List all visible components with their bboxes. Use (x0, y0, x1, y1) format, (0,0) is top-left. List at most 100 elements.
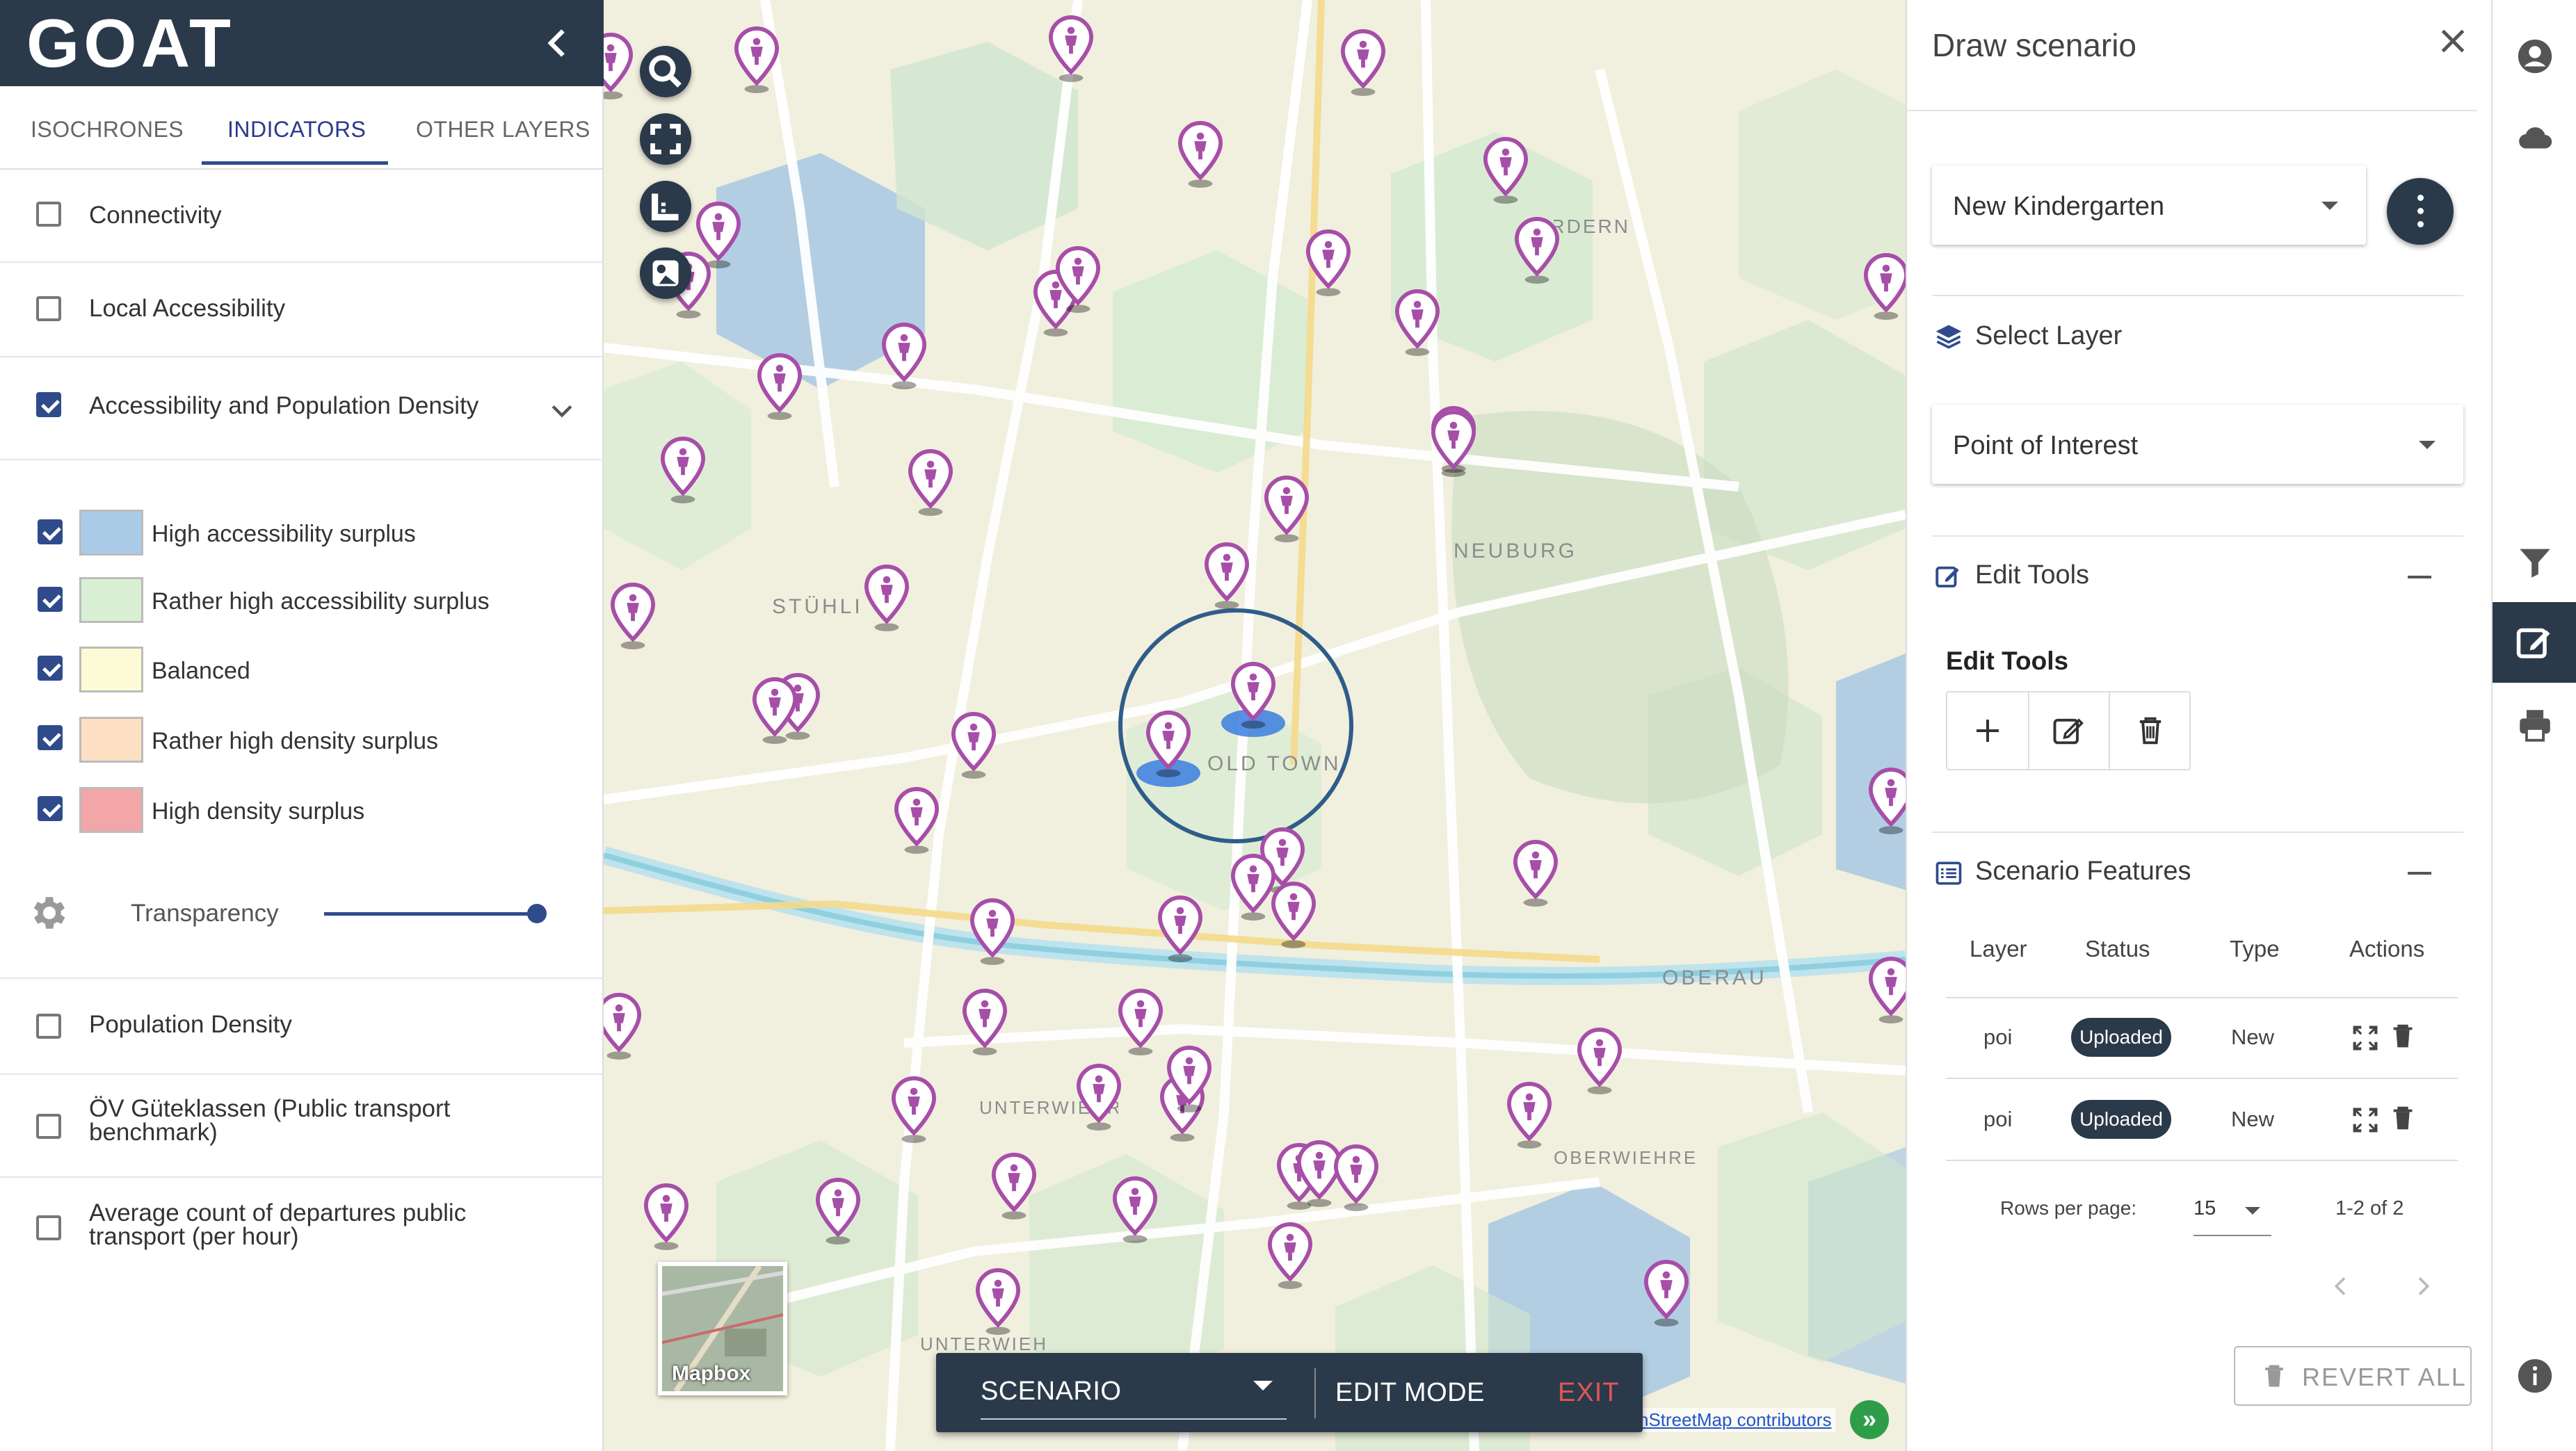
legend-checkbox[interactable] (38, 587, 63, 612)
poi-marker-icon[interactable] (750, 677, 799, 744)
poi-marker-icon[interactable] (604, 993, 643, 1060)
basemap-switcher[interactable]: Mapbox (658, 1262, 787, 1395)
poi-marker-icon[interactable] (1332, 1144, 1380, 1211)
poi-marker-icon[interactable] (862, 565, 911, 631)
poi-marker-icon[interactable] (880, 323, 928, 389)
layer-row-oev-gueteklassen[interactable]: ÖV Güteklassen (Public transport benchma… (0, 1075, 604, 1178)
poi-marker-icon[interactable] (1867, 768, 1906, 834)
poi-marker-icon[interactable] (755, 353, 804, 420)
map-layer-switch-button[interactable] (640, 248, 691, 299)
map-canvas[interactable]: STÜHLINGER NEUBURG OLD TOWN OBERAU OBERW… (604, 0, 1906, 1451)
poi-marker-icon[interactable] (1505, 1082, 1554, 1149)
cloud-icon[interactable] (2515, 118, 2555, 159)
close-icon[interactable] (2436, 24, 2470, 58)
zoom-to-feature-icon[interactable] (2349, 1022, 2381, 1054)
poi-marker-icon[interactable] (1339, 29, 1387, 96)
gear-icon[interactable] (28, 891, 71, 934)
tab-other-layers[interactable]: OTHER LAYERS (416, 117, 590, 143)
poi-marker-icon[interactable] (892, 787, 941, 854)
delete-feature-button[interactable] (2109, 692, 2189, 769)
modify-feature-button[interactable] (2028, 692, 2110, 769)
dropdown-arrow-icon[interactable] (2245, 1207, 2260, 1215)
poi-marker-icon[interactable] (1511, 840, 1560, 907)
poi-marker-icon[interactable] (1862, 253, 1906, 320)
poi-marker-icon[interactable] (1165, 1046, 1214, 1112)
poi-marker-icon[interactable] (1047, 15, 1095, 82)
map-fullscreen-button[interactable] (640, 113, 691, 165)
poi-marker-icon[interactable] (1229, 662, 1278, 729)
poi-marker-icon[interactable] (974, 1268, 1022, 1335)
attribution-toggle-button[interactable]: » (1850, 1400, 1889, 1439)
layer-dropdown[interactable]: Point of Interest (1932, 405, 2463, 484)
exit-button[interactable]: EXIT (1558, 1378, 1619, 1408)
zoom-to-feature-icon[interactable] (2349, 1104, 2381, 1136)
legend-checkbox[interactable] (38, 519, 63, 544)
poi-marker-icon[interactable] (990, 1153, 1038, 1219)
poi-marker-icon[interactable] (609, 583, 657, 649)
layer-row-accessibility-population-density[interactable]: Accessibility and Population Density (0, 357, 604, 460)
population-density-checkbox[interactable] (36, 1014, 61, 1039)
poi-marker-icon[interactable] (1262, 476, 1311, 542)
poi-marker-icon[interactable] (1513, 217, 1561, 284)
layer-row-population-density[interactable]: Population Density (0, 979, 604, 1075)
map-measure-button[interactable] (640, 181, 691, 232)
collapse-scenario-features-button[interactable] (2408, 872, 2431, 875)
accessibility-population-density-checkbox[interactable] (36, 392, 61, 417)
poi-marker-icon[interactable] (1202, 542, 1251, 609)
revert-all-button[interactable]: REVERT ALL (2234, 1346, 2472, 1406)
transparency-slider-track[interactable] (324, 912, 537, 916)
trash-icon[interactable] (2387, 1103, 2419, 1135)
poi-marker-icon[interactable] (960, 989, 1009, 1055)
poi-marker-icon[interactable] (642, 1183, 691, 1250)
rows-per-page-select[interactable]: 15 (2193, 1197, 2216, 1220)
map-search-button[interactable] (640, 46, 691, 97)
poi-marker-icon[interactable] (604, 33, 635, 99)
chevron-left-icon[interactable] (2327, 1272, 2355, 1300)
info-icon[interactable] (2515, 1356, 2555, 1396)
poi-marker-icon[interactable] (1867, 957, 1906, 1023)
legend-checkbox[interactable] (38, 725, 63, 750)
filter-icon[interactable] (2515, 542, 2555, 583)
poi-marker-icon[interactable] (1575, 1028, 1624, 1094)
trash-icon[interactable] (2387, 1021, 2419, 1053)
collapse-panel-button[interactable] (537, 22, 579, 64)
poi-marker-icon[interactable] (1269, 882, 1318, 948)
legend-checkbox[interactable] (38, 796, 63, 821)
collapse-edit-tools-button[interactable] (2408, 576, 2431, 578)
poi-marker-icon[interactable] (814, 1178, 862, 1245)
dropdown-arrow-icon[interactable] (1253, 1381, 1273, 1391)
chevron-down-icon[interactable] (547, 395, 577, 425)
poi-marker-icon[interactable] (1642, 1260, 1691, 1327)
poi-marker-icon[interactable] (1304, 229, 1353, 296)
connectivity-checkbox[interactable] (36, 202, 61, 227)
map-attribution-link[interactable]: nStreetMap contributors (1634, 1408, 1836, 1432)
legend-checkbox[interactable] (38, 656, 63, 681)
poi-marker-icon[interactable] (1144, 711, 1193, 777)
print-icon[interactable] (2515, 705, 2555, 745)
scenario-select[interactable]: SCENARIO (981, 1377, 1121, 1407)
poi-marker-icon[interactable] (949, 712, 998, 779)
account-icon[interactable] (2515, 36, 2555, 76)
more-options-button[interactable] (2387, 178, 2454, 245)
layer-row-departures[interactable]: Average count of departures public trans… (0, 1178, 604, 1282)
poi-marker-icon[interactable] (1074, 1064, 1123, 1130)
poi-marker-icon[interactable] (906, 449, 955, 516)
layer-row-connectivity[interactable]: Connectivity (0, 168, 604, 263)
poi-marker-icon[interactable] (1156, 895, 1205, 962)
poi-marker-icon[interactable] (889, 1076, 938, 1143)
poi-marker-icon[interactable] (732, 26, 781, 93)
scenario-dropdown[interactable]: New Kindergarten (1932, 165, 2366, 245)
poi-marker-icon[interactable] (1116, 989, 1165, 1055)
poi-marker-icon[interactable] (968, 898, 1017, 965)
poi-marker-icon[interactable] (1176, 121, 1225, 188)
draw-scenario-rail-button[interactable] (2493, 602, 2576, 683)
tab-isochrones[interactable]: ISOCHRONES (31, 117, 184, 143)
chevron-right-icon[interactable] (2409, 1272, 2437, 1300)
poi-marker-icon[interactable] (1393, 289, 1442, 356)
poi-marker-icon[interactable] (1429, 410, 1478, 477)
poi-marker-icon[interactable] (1054, 246, 1102, 313)
oev-gueteklassen-checkbox[interactable] (36, 1114, 61, 1139)
layer-row-local-accessibility[interactable]: Local Accessibility (0, 263, 604, 357)
tab-indicators[interactable]: INDICATORS (227, 117, 366, 143)
add-feature-button[interactable] (1947, 692, 2029, 769)
